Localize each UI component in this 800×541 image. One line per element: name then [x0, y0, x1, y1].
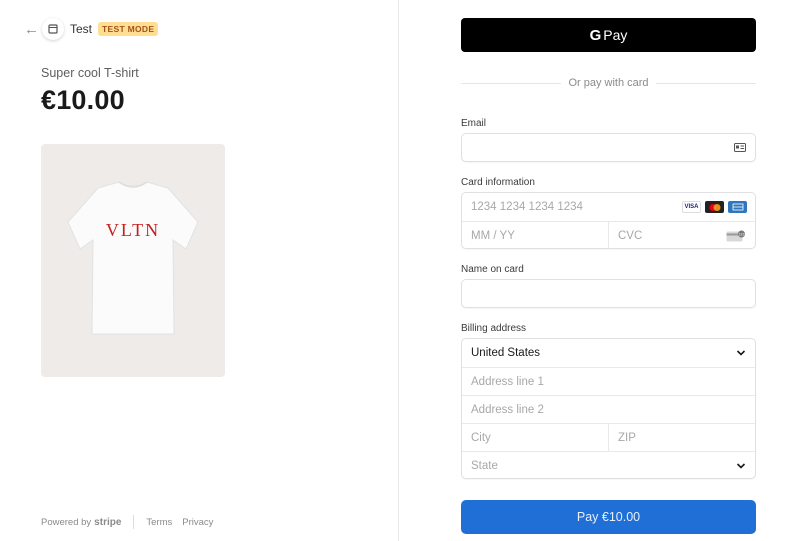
state-select[interactable]: State [462, 451, 755, 479]
footer: Powered by stripe Terms Privacy [41, 515, 223, 529]
email-label: Email [461, 118, 487, 129]
country-value: United States [471, 347, 541, 359]
zip-field[interactable]: ZIP [609, 424, 755, 451]
or-divider: Or pay with card [461, 77, 756, 89]
card-brands: VISA [678, 201, 747, 213]
privacy-link[interactable]: Privacy [182, 517, 213, 528]
google-g-icon: G [589, 26, 602, 44]
google-pay-label: Pay [603, 27, 628, 43]
store-icon [42, 18, 64, 40]
city-placeholder: City [471, 431, 491, 444]
visa-icon: VISA [682, 201, 701, 213]
city-field[interactable]: City [462, 424, 609, 451]
card-number-field[interactable]: 1234 1234 1234 1234 VISA [462, 193, 755, 221]
billing-address-label: Billing address [461, 323, 527, 334]
cvc-placeholder: CVC [618, 229, 643, 242]
divider-line-left [461, 82, 562, 84]
expiry-placeholder: MM / YY [471, 229, 515, 242]
card-expiry-cvc-row: MM / YY CVC 123 [462, 221, 755, 249]
chevron-down-icon [736, 461, 746, 474]
order-summary-panel: ← Test TEST MODE Super cool T-shirt €10.… [0, 0, 398, 541]
address-line-2-placeholder: Address line 2 [471, 403, 544, 416]
terms-link[interactable]: Terms [146, 517, 172, 528]
payment-panel: G Pay Or pay with card Email Card inform… [399, 0, 800, 541]
address-line-2-field[interactable]: Address line 2 [462, 395, 755, 423]
chevron-down-icon [736, 348, 746, 361]
product-image: VLTN [41, 144, 225, 377]
shirt-logo-text: VLTN [106, 220, 160, 240]
mastercard-icon [705, 201, 724, 213]
email-field[interactable] [461, 133, 756, 162]
footer-divider [133, 515, 135, 529]
product-price: €10.00 [41, 85, 125, 115]
arrow-left-icon[interactable]: ← [24, 22, 39, 37]
city-zip-row: City ZIP [462, 423, 755, 451]
cvc-card-icon: 123 [726, 230, 746, 245]
name-on-card-label: Name on card [461, 264, 524, 275]
card-information-label: Card information [461, 177, 535, 188]
card-number-placeholder: 1234 1234 1234 1234 [471, 201, 583, 213]
country-select[interactable]: United States [462, 339, 755, 367]
address-line-1-field[interactable]: Address line 1 [462, 367, 755, 395]
address-line-1-placeholder: Address line 1 [471, 375, 544, 388]
merchant-name: Test [70, 22, 93, 36]
contact-card-icon [734, 143, 746, 155]
amex-icon [728, 201, 747, 213]
header: ← Test TEST MODE [24, 18, 159, 40]
google-pay-button[interactable]: G Pay [461, 18, 756, 52]
billing-address-group: United States Address line 1 Address lin… [461, 338, 756, 479]
zip-placeholder: ZIP [618, 431, 636, 444]
pay-button[interactable]: Pay €10.00 [461, 500, 756, 534]
powered-by-text: Powered by [41, 516, 92, 528]
or-pay-with-card-text: Or pay with card [568, 77, 649, 89]
stripe-logo[interactable]: stripe [94, 517, 121, 528]
card-information-group: 1234 1234 1234 1234 VISA MM / YY CVC 123 [461, 192, 756, 249]
svg-text:123: 123 [739, 233, 745, 237]
t-shirt-image: VLTN [67, 181, 199, 335]
expiry-field[interactable]: MM / YY [462, 222, 609, 249]
state-placeholder: State [471, 459, 498, 472]
name-on-card-field[interactable] [461, 279, 756, 308]
product-name: Super cool T-shirt [41, 66, 139, 80]
test-mode-badge: TEST MODE [98, 22, 159, 36]
divider-line-right [655, 82, 756, 84]
